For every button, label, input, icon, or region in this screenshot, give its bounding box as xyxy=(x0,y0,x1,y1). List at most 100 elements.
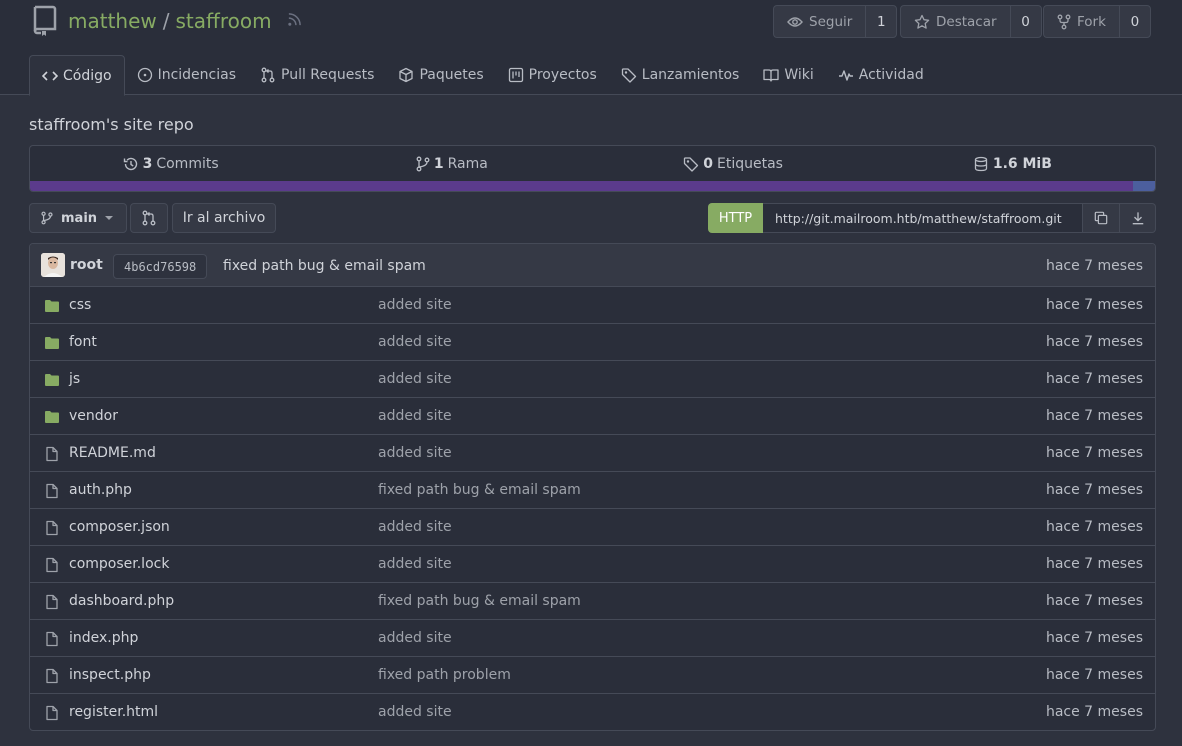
file-name-link[interactable]: composer.json xyxy=(69,519,170,535)
language-bar-segment[interactable] xyxy=(30,181,1133,191)
star-count[interactable]: 0 xyxy=(1011,6,1041,37)
repo-name-link[interactable]: staffroom xyxy=(176,9,272,33)
copy-url-button[interactable] xyxy=(1083,203,1120,233)
file-commit-message[interactable]: added site xyxy=(378,556,452,572)
watch-button[interactable]: Seguir xyxy=(774,6,867,37)
repo-owner-link[interactable]: matthew xyxy=(68,9,157,33)
file-icon xyxy=(46,594,58,610)
commit-sha[interactable]: 4b6cd76598 xyxy=(113,254,208,279)
latest-commit-row: root 4b6cd76598 fixed path bug & email s… xyxy=(30,244,1155,287)
file-name-link[interactable]: composer.lock xyxy=(69,556,169,572)
branches-count: 1 xyxy=(433,155,444,172)
tags-stat[interactable]: 0 Etiquetas xyxy=(593,156,874,172)
compare-button[interactable] xyxy=(130,203,168,233)
clone-panel: HTTP http://git.mailroom.htb/matthew/sta… xyxy=(708,203,1156,233)
fork-button[interactable]: Fork xyxy=(1044,6,1120,37)
file-commit-message[interactable]: added site xyxy=(378,519,452,535)
file-table: root 4b6cd76598 fixed path bug & email s… xyxy=(29,243,1156,731)
watch-label: Seguir xyxy=(809,13,853,30)
copy-icon xyxy=(1094,211,1108,225)
watch-count[interactable]: 1 xyxy=(866,6,896,37)
rss-icon[interactable] xyxy=(287,12,302,27)
commit-author[interactable]: root xyxy=(70,257,103,273)
file-commit-message[interactable]: fixed path problem xyxy=(378,667,511,683)
tab-pull-requests-label: Pull Requests xyxy=(281,67,375,83)
code-icon xyxy=(42,70,58,81)
clone-protocol-button[interactable]: HTTP xyxy=(708,203,763,233)
file-name-link[interactable]: css xyxy=(69,297,91,313)
repo-description: staffroom's site repo xyxy=(29,115,194,134)
file-commit-message[interactable]: added site xyxy=(378,297,452,313)
pulse-icon xyxy=(838,70,853,81)
branch-icon xyxy=(416,156,430,171)
file-icon xyxy=(46,668,58,684)
branch-icon xyxy=(41,211,53,225)
commit-message[interactable]: fixed path bug & email spam xyxy=(223,258,426,274)
clone-url-field[interactable]: http://git.mailroom.htb/matthew/staffroo… xyxy=(763,203,1083,233)
language-bar-segment[interactable] xyxy=(1132,181,1155,191)
file-age: hace 7 meses xyxy=(1045,445,1143,461)
repo-icon xyxy=(33,5,57,36)
compare-icon xyxy=(142,210,156,226)
tab-activity-label: Actividad xyxy=(858,67,924,83)
fork-count[interactable]: 0 xyxy=(1120,6,1150,37)
file-commit-message[interactable]: fixed path bug & email spam xyxy=(378,482,581,498)
repo-title-separator: / xyxy=(162,9,170,33)
table-row: dashboard.php fixed path bug & email spam… xyxy=(30,583,1155,620)
tab-code[interactable]: Código xyxy=(29,55,125,96)
file-name-link[interactable]: README.md xyxy=(69,445,156,461)
file-age: hace 7 meses xyxy=(1045,371,1143,387)
book-icon xyxy=(763,69,779,82)
avatar[interactable] xyxy=(41,253,65,277)
file-name-link[interactable]: dashboard.php xyxy=(69,593,174,609)
file-commit-message[interactable]: added site xyxy=(378,334,452,350)
table-row: vendor added site hace 7 meses xyxy=(30,398,1155,435)
file-name-link[interactable]: index.php xyxy=(69,630,138,646)
eye-icon xyxy=(787,16,803,27)
file-name-link[interactable]: vendor xyxy=(69,408,118,424)
file-age: hace 7 meses xyxy=(1045,482,1143,498)
file-name-link[interactable]: register.html xyxy=(69,704,158,720)
file-commit-message[interactable]: added site xyxy=(378,408,452,424)
branch-selector[interactable]: main xyxy=(29,203,127,233)
file-name-link[interactable]: inspect.php xyxy=(69,667,151,683)
commits-stat[interactable]: 3 Commits xyxy=(30,156,311,172)
file-age: hace 7 meses xyxy=(1045,704,1143,720)
file-name-link[interactable]: font xyxy=(69,334,97,350)
file-name-link[interactable]: js xyxy=(69,371,80,387)
repo-tabs: Código Incidencias Pull Requests Paquete… xyxy=(29,55,936,96)
file-commit-message[interactable]: added site xyxy=(378,630,452,646)
star-button[interactable]: Destacar xyxy=(901,6,1011,37)
file-commit-message[interactable]: added site xyxy=(378,445,452,461)
file-age: hace 7 meses xyxy=(1045,667,1143,683)
tab-packages[interactable]: Paquetes xyxy=(386,55,495,95)
star-button-group: Destacar 0 xyxy=(900,5,1042,38)
tab-releases[interactable]: Lanzamientos xyxy=(609,55,752,95)
download-button[interactable] xyxy=(1120,203,1156,233)
file-age: hace 7 meses xyxy=(1045,593,1143,609)
table-row: README.md added site hace 7 meses xyxy=(30,435,1155,472)
table-row: auth.php fixed path bug & email spam hace … xyxy=(30,472,1155,509)
tab-projects[interactable]: Proyectos xyxy=(496,55,609,95)
folder-icon xyxy=(45,411,59,423)
watch-button-group: Seguir 1 xyxy=(773,5,898,38)
folder-icon xyxy=(45,300,59,312)
tab-wiki[interactable]: Wiki xyxy=(751,55,825,95)
file-name-link[interactable]: auth.php xyxy=(69,482,132,498)
tab-pull-requests[interactable]: Pull Requests xyxy=(248,55,386,95)
language-bar[interactable] xyxy=(30,181,1155,191)
file-icon xyxy=(46,705,58,721)
file-commit-message[interactable]: added site xyxy=(378,371,452,387)
go-to-file-button[interactable]: Ir al archivo xyxy=(172,203,276,233)
tab-issues[interactable]: Incidencias xyxy=(125,55,248,95)
file-commit-message[interactable]: added site xyxy=(378,704,452,720)
tab-activity[interactable]: Actividad xyxy=(826,55,936,95)
repo-size: 1.6 MiB xyxy=(992,155,1052,172)
table-row: js added site hace 7 meses xyxy=(30,361,1155,398)
history-icon xyxy=(123,157,137,170)
branches-stat[interactable]: 1 Rama xyxy=(311,156,592,172)
tab-code-label: Código xyxy=(63,67,112,84)
issue-icon xyxy=(137,67,152,83)
file-commit-message[interactable]: fixed path bug & email spam xyxy=(378,593,581,609)
repo-stats: 3 Commits 1 Rama 0 Etiquetas 1.6 MiB xyxy=(29,145,1156,192)
